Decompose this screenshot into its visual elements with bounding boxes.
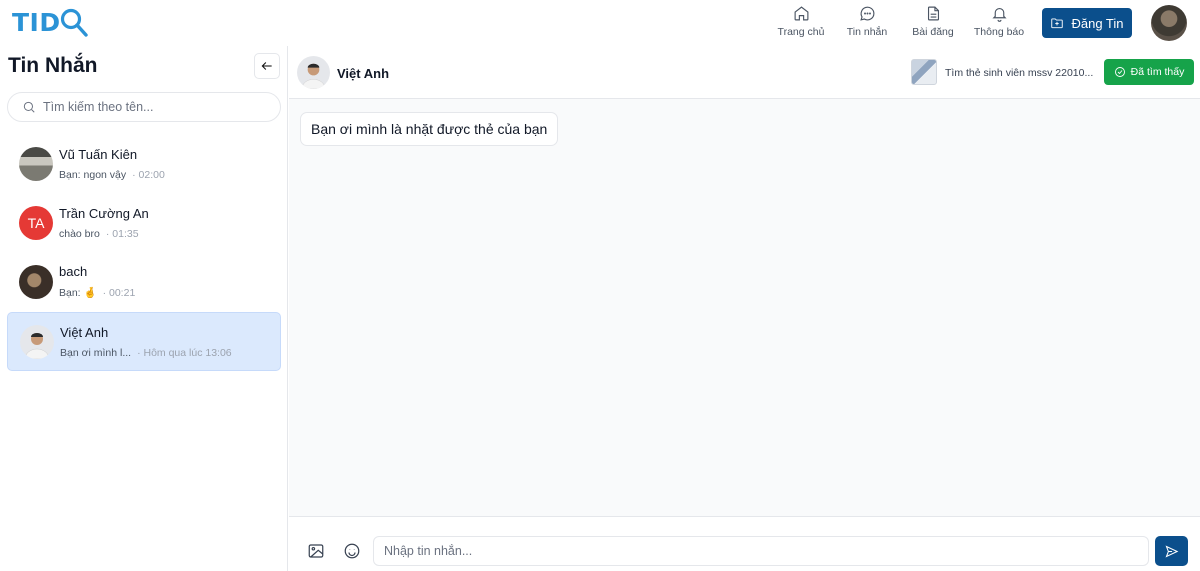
user-avatar[interactable] xyxy=(1151,5,1187,41)
avatar: TA xyxy=(19,205,53,240)
conversation-time: · 02:00 xyxy=(132,168,165,181)
conversation-item[interactable]: bach Bạn: 🤞 · 00:21 xyxy=(7,252,281,311)
conversation-item[interactable]: TA Trần Cường An chào bro · 01:35 xyxy=(7,193,281,252)
nav-posts[interactable]: Bài đăng xyxy=(900,5,966,38)
attach-image-button[interactable] xyxy=(307,542,325,560)
chat-panel: Việt Anh Tìm thẻ sinh viên mssv 22010...… xyxy=(289,46,1200,571)
found-button[interactable]: Đã tìm thấy xyxy=(1104,59,1194,85)
back-button[interactable] xyxy=(254,53,280,79)
avatar xyxy=(19,264,53,299)
message-composer xyxy=(289,516,1200,571)
main-nav: Trang chủ Tin nhắn Bài đăng Thông báo xyxy=(768,5,1032,38)
nav-notifications-label: Thông báo xyxy=(973,26,1025,38)
image-icon xyxy=(308,544,324,558)
message-input[interactable] xyxy=(373,536,1149,566)
search-box xyxy=(7,92,281,122)
nav-home-label: Trang chủ xyxy=(777,26,825,38)
conversation-name: bach xyxy=(59,264,88,279)
found-label: Đã tìm thấy xyxy=(1130,66,1185,78)
home-icon xyxy=(794,6,808,21)
emoji-button[interactable] xyxy=(343,542,361,560)
smile-icon xyxy=(344,543,360,559)
conversation-item[interactable]: Vũ Tuấn Kiên Bạn: ngon vậy · 02:00 xyxy=(7,134,281,193)
bell-icon xyxy=(991,7,1007,22)
conversation-name: Trần Cường An xyxy=(59,205,149,221)
search-input[interactable] xyxy=(43,100,263,114)
chat-header: Việt Anh Tìm thẻ sinh viên mssv 22010...… xyxy=(289,46,1200,99)
conversation-preview: Bạn ơi mình l... xyxy=(60,346,132,359)
conversation-sidebar: Tin Nhắn Vũ Tuấn Kiên Bạn: ngon vậy · 02:… xyxy=(0,46,288,571)
nav-messages-label: Tin nhắn xyxy=(846,26,888,38)
avatar xyxy=(19,146,53,181)
person-photo-icon xyxy=(24,332,50,359)
nav-posts-label: Bài đăng xyxy=(912,26,954,38)
conversation-item-active[interactable]: Việt Anh Bạn ơi mình l... · Hôm qua lúc 1… xyxy=(7,312,281,371)
conversation-name: Việt Anh xyxy=(60,324,109,340)
post-title-link[interactable]: Tìm thẻ sinh viên mssv 22010... xyxy=(945,67,1093,79)
conversation-name: Vũ Tuấn Kiên xyxy=(59,146,138,162)
arrow-left-icon xyxy=(261,62,272,70)
check-circle-icon xyxy=(1114,67,1125,77)
top-navbar: TID Trang chủ Tin nhắn Bài đăng Thông bá… xyxy=(0,0,1200,46)
conversation-preview: chào bro xyxy=(59,227,100,240)
nav-home[interactable]: Trang chủ xyxy=(768,5,834,38)
post-thumbnail[interactable] xyxy=(911,59,937,85)
conversation-preview: Bạn: ngon vậy xyxy=(59,168,127,181)
magnifier-logo-icon xyxy=(60,8,88,37)
nav-notifications[interactable]: Thông báo xyxy=(966,5,1032,38)
folder-plus-icon xyxy=(1051,18,1064,29)
nav-messages[interactable]: Tin nhắn xyxy=(834,5,900,38)
conversation-time: · 00:21 xyxy=(102,287,136,299)
contact-avatar[interactable] xyxy=(297,56,330,89)
avatar xyxy=(20,324,54,359)
logo-text: TID xyxy=(12,7,61,37)
message-bubble: Bạn ơi mình là nhặt được thẻ của bạn xyxy=(300,112,559,146)
conversation-preview: Bạn: 🤞 xyxy=(59,287,97,299)
logo[interactable]: TID xyxy=(12,6,89,38)
contact-name: Việt Anh xyxy=(337,66,390,81)
post-news-button[interactable]: Đăng Tin xyxy=(1042,8,1132,38)
conversation-time: · 01:35 xyxy=(105,227,139,240)
send-icon xyxy=(1165,544,1179,558)
send-button[interactable] xyxy=(1155,536,1188,566)
conversation-time: · Hôm qua lúc 13:06 xyxy=(137,346,232,359)
search-icon xyxy=(23,101,35,113)
sidebar-title: Tin Nhắn xyxy=(8,54,98,77)
message-circle-icon xyxy=(859,6,874,21)
person-photo-icon xyxy=(301,63,326,89)
avatar-initials: TA xyxy=(27,214,45,231)
post-news-label: Đăng Tin xyxy=(1071,15,1124,31)
document-icon xyxy=(927,6,939,21)
